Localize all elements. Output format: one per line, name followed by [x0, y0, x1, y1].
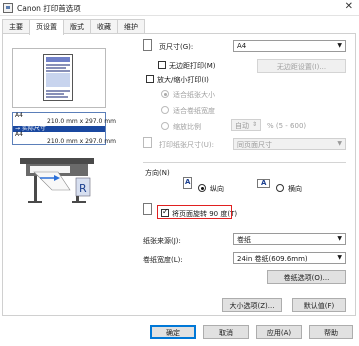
- borderless-label: 无边距打印(M): [169, 62, 216, 70]
- chevron-down-icon: ▼: [337, 42, 342, 49]
- borderless-settings-button[interactable]: 无边距设置(I)...: [257, 59, 346, 73]
- info-output-dimensions: 210.0 mm x 297.0 mm: [47, 137, 116, 145]
- close-icon[interactable]: ✕: [345, 1, 353, 12]
- roll-options-button[interactable]: 卷纸选项(O)...: [267, 270, 346, 284]
- fit-roll-width-radio[interactable]: [161, 106, 169, 114]
- portrait-icon: A: [183, 177, 192, 189]
- fit-roll-width-label: 适合卷纸宽度: [173, 107, 215, 115]
- output-size-icon: [143, 137, 152, 148]
- chevron-down-icon: ▼: [337, 254, 342, 261]
- tab-layout[interactable]: 版式: [63, 19, 91, 33]
- page-preview: [12, 48, 106, 108]
- page-size-icon: [143, 39, 152, 51]
- page-size-label: 页尺寸(G):: [159, 43, 194, 51]
- roll-width-value: 24in 卷纸(609.6mm): [237, 255, 308, 263]
- svg-text:R: R: [79, 182, 87, 195]
- size-options-button[interactable]: 大小选项(Z)...: [222, 298, 282, 312]
- tab-maintenance[interactable]: 维护: [117, 19, 145, 33]
- output-size-select[interactable]: 同页面尺寸 ▼: [233, 138, 346, 150]
- paper-source-value: 卷纸: [237, 236, 251, 244]
- size-info-box: A4 210.0 mm x 297.0 mm → 实际尺寸 A4 210.0 m…: [12, 112, 116, 145]
- paper-source-select[interactable]: 卷纸 ▼: [233, 233, 346, 245]
- borderless-checkbox[interactable]: [158, 61, 166, 69]
- rotate-page-icon: [143, 203, 152, 215]
- window-title: Canon 打印首选项: [17, 4, 81, 13]
- roll-width-select[interactable]: 24in 卷纸(609.6mm) ▼: [233, 252, 346, 264]
- landscape-icon: A: [257, 179, 270, 188]
- tab-favorites[interactable]: 收藏: [90, 19, 118, 33]
- help-button[interactable]: 帮助: [309, 325, 353, 339]
- title-bar: Canon 打印首选项 ✕: [0, 0, 359, 16]
- fit-paper-radio[interactable]: [161, 90, 169, 98]
- roll-width-label: 卷纸宽度(L):: [143, 256, 183, 264]
- large-format-printer-icon: R: [20, 158, 94, 203]
- divider: [143, 162, 346, 163]
- output-size-value: 同页面尺寸: [237, 141, 272, 149]
- scaling-input[interactable]: 自动 ⇕: [231, 119, 261, 131]
- page-size-value: A4: [237, 42, 247, 50]
- scaling-range: % (5 - 600): [267, 122, 307, 130]
- tab-page-setup[interactable]: 页设置: [29, 19, 64, 35]
- portrait-label: 纵向: [210, 185, 224, 193]
- chevron-down-icon: ▼: [337, 140, 342, 147]
- chevron-down-icon: ▼: [337, 235, 342, 242]
- landscape-label: 横向: [288, 185, 302, 193]
- tab-main[interactable]: 主要: [2, 19, 30, 33]
- fit-paper-label: 适合纸张大小: [173, 91, 215, 99]
- scaling-label: 缩放比例: [173, 123, 201, 131]
- scaling-radio[interactable]: [161, 122, 169, 130]
- apply-button[interactable]: 应用(A): [256, 325, 302, 339]
- portrait-radio[interactable]: [198, 184, 206, 192]
- enlarge-reduce-checkbox[interactable]: [146, 75, 154, 83]
- page-thumbnail-icon: [43, 54, 73, 101]
- orientation-label: 方向(N): [145, 169, 170, 177]
- landscape-radio[interactable]: [276, 184, 284, 192]
- printer-app-icon: [3, 3, 13, 13]
- highlight-box: [157, 205, 232, 219]
- defaults-button[interactable]: 默认值(F): [292, 298, 346, 312]
- cancel-button[interactable]: 取消: [203, 325, 249, 339]
- page-size-select[interactable]: A4 ▼: [233, 40, 346, 52]
- scaling-value: 自动: [235, 122, 249, 130]
- spinner-icon: ⇕: [251, 121, 257, 128]
- ok-button[interactable]: 确定: [150, 325, 196, 339]
- enlarge-reduce-label: 放大/缩小打印(I): [157, 76, 209, 84]
- output-size-label: 打印纸张尺寸(U):: [159, 141, 214, 149]
- tab-strip: 主要 页设置 版式 收藏 维护: [2, 19, 145, 35]
- paper-source-label: 纸张来源(J):: [143, 237, 181, 245]
